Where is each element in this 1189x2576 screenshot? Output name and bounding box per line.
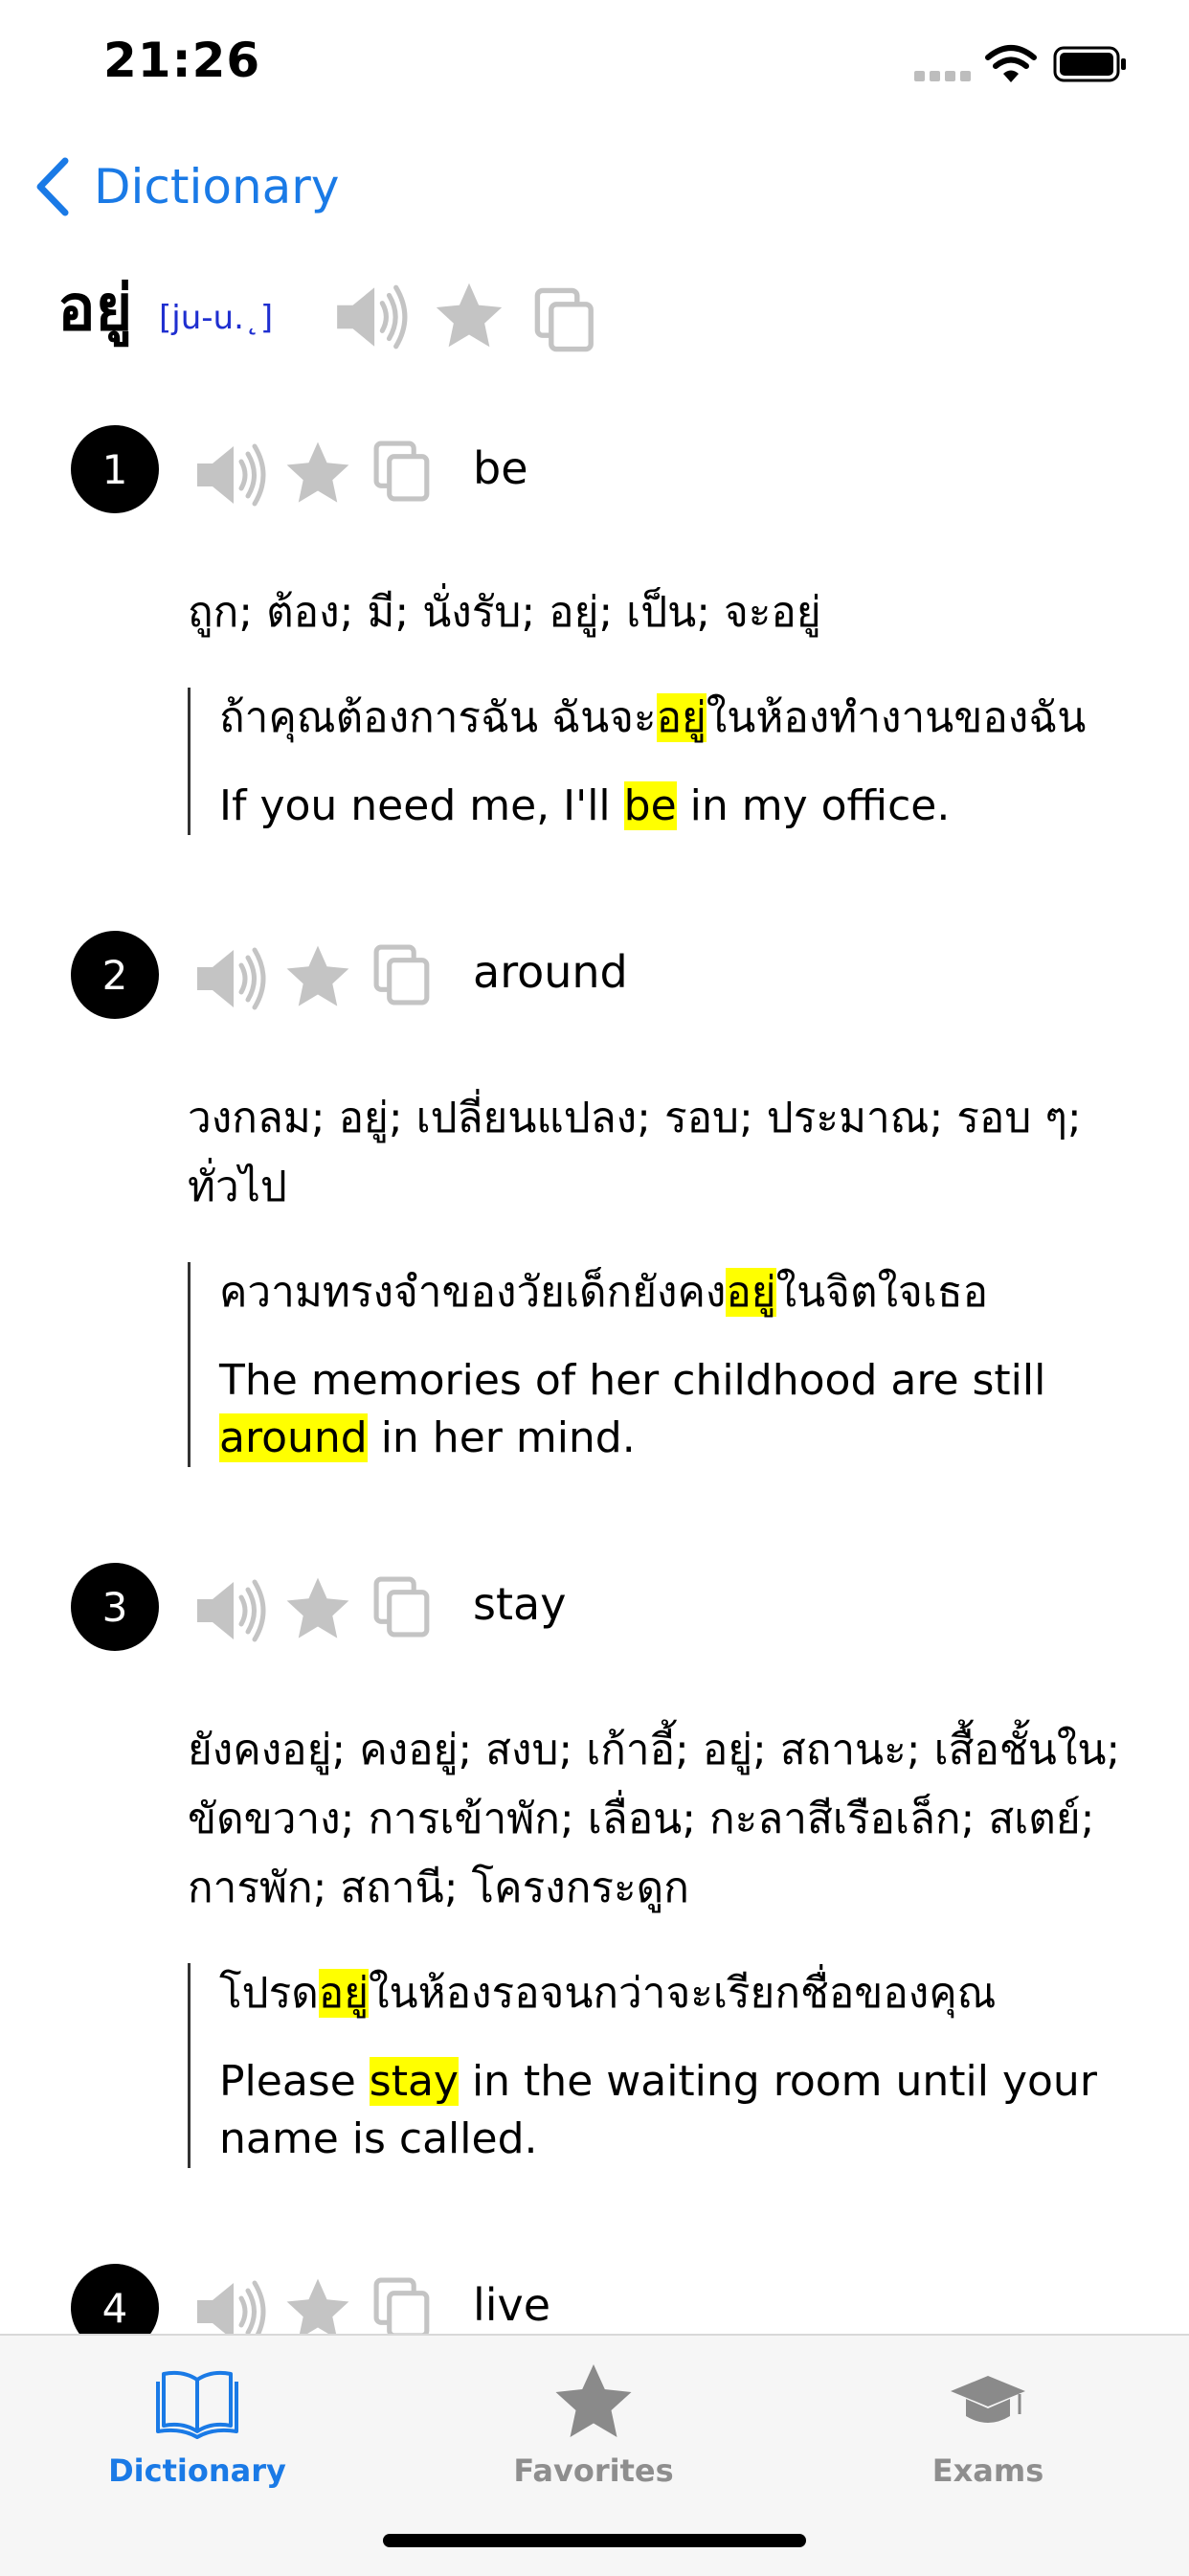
copy-icon[interactable] xyxy=(371,942,437,1007)
sense-number: 2 xyxy=(71,931,159,1019)
example-thai: โปรดอยู่ในห้องรอจนกว่าจะเรียกชื่อของคุณ xyxy=(219,1969,997,2018)
sense-synonyms: ถูก; ต้อง; มี; นั่งรับ; อยู่; เป็น; จะอย… xyxy=(188,588,821,637)
sense-word: be xyxy=(473,442,528,494)
example-english: Please stay in the waiting room until yo… xyxy=(219,2057,1097,2163)
favorite-star-icon[interactable] xyxy=(433,280,505,352)
battery-icon xyxy=(1053,46,1126,82)
back-button[interactable]: Dictionary xyxy=(33,153,339,220)
tab-exams[interactable]: Exams xyxy=(864,2359,1112,2489)
sense-synonyms: ยังคงอยู่; คงอยู่; สงบ; เก้าอี้; อยู่; ส… xyxy=(188,1726,1121,1912)
sense-synonyms: วงกลม; อยู่; เปลี่ยนแปลง; รอบ; ประมาณ; ร… xyxy=(188,1094,1082,1211)
favorite-star-icon[interactable] xyxy=(283,439,352,508)
copy-icon[interactable] xyxy=(371,439,437,504)
sense-word: stay xyxy=(473,1578,567,1630)
speaker-icon[interactable] xyxy=(191,1572,268,1649)
star-icon xyxy=(555,2364,632,2437)
example-block: โปรดอยู่ในห้องรอจนกว่าจะเรียกชื่อของคุณ … xyxy=(188,1963,1138,2168)
book-icon xyxy=(156,2370,238,2439)
headword: อยู่ xyxy=(57,271,133,345)
chevron-left-icon xyxy=(36,157,69,216)
home-indicator xyxy=(383,2534,806,2547)
sense-word: around xyxy=(473,946,628,998)
back-label: Dictionary xyxy=(94,159,340,215)
sense-number: 3 xyxy=(71,1563,159,1651)
speaker-icon[interactable] xyxy=(191,437,268,513)
favorite-star-icon[interactable] xyxy=(283,1574,352,1643)
tab-dictionary[interactable]: Dictionary xyxy=(73,2359,322,2489)
wifi-icon xyxy=(985,45,1037,82)
copy-icon[interactable] xyxy=(371,2275,437,2340)
copy-icon[interactable] xyxy=(532,285,601,354)
copy-icon[interactable] xyxy=(371,1574,437,1639)
status-time: 21:26 xyxy=(103,33,261,88)
cellular-signal-icon xyxy=(914,71,971,82)
pronunciation: [ju-u.˛] xyxy=(159,299,274,337)
sense-number: 1 xyxy=(71,425,159,513)
favorite-star-icon[interactable] xyxy=(283,942,352,1011)
example-block: ถ้าคุณต้องการฉัน ฉันจะอยู่ในห้องทำงานของ… xyxy=(188,688,1138,835)
example-block: ความทรงจำของวัยเด็กยังคงอยู่ในจิตใจเธอ T… xyxy=(188,1262,1138,1467)
example-english: The memories of her childhood are still … xyxy=(219,1356,1046,1462)
speaker-icon[interactable] xyxy=(331,278,410,356)
example-thai: ถ้าคุณต้องการฉัน ฉันจะอยู่ในห้องทำงานของ… xyxy=(219,693,1087,742)
speaker-icon[interactable] xyxy=(191,940,268,1017)
tab-favorites[interactable]: Favorites xyxy=(469,2359,718,2489)
example-english: If you need me, I'll be in my office. xyxy=(219,781,951,830)
sense-word: live xyxy=(473,2279,551,2331)
graduation-cap-icon xyxy=(951,2376,1025,2423)
example-thai: ความทรงจำของวัยเด็กยังคงอยู่ในจิตใจเธอ xyxy=(219,1268,989,1317)
